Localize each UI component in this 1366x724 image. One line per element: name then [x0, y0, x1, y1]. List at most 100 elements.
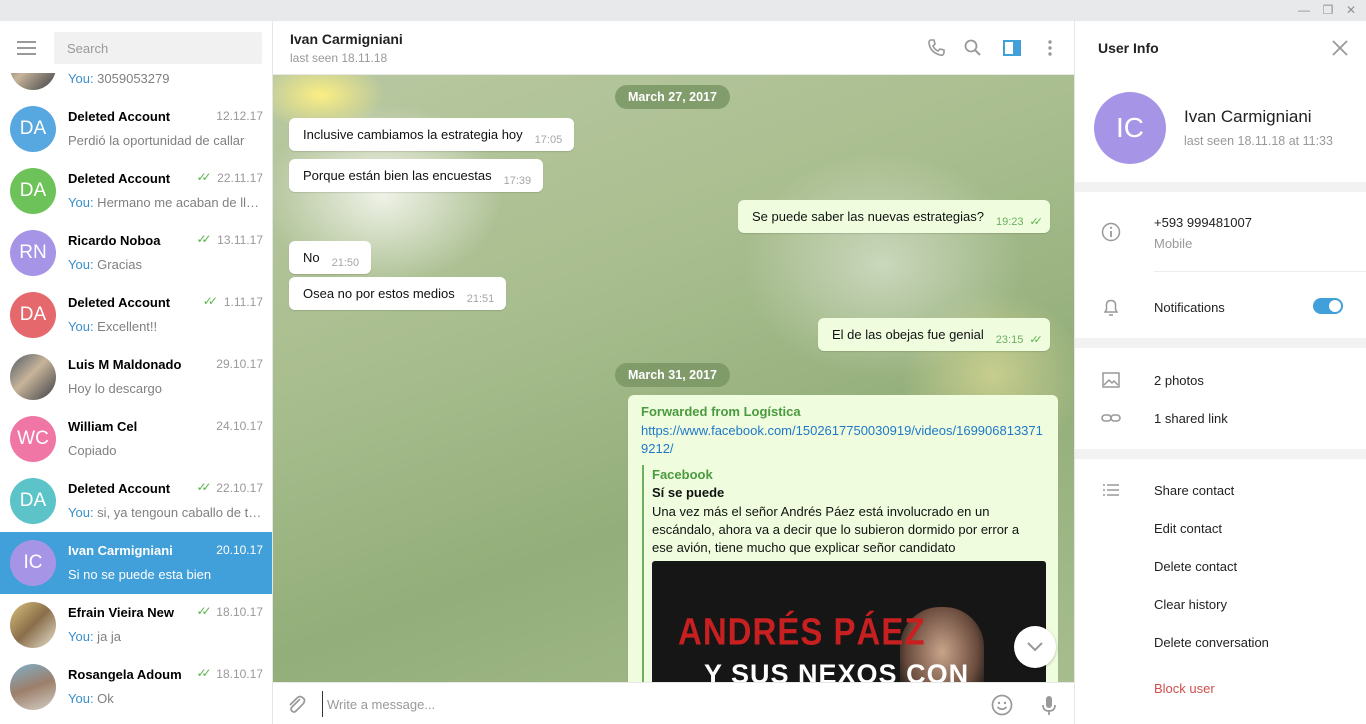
avatar[interactable]	[10, 602, 56, 648]
incoming-message[interactable]: No 21:50	[289, 241, 372, 274]
message-input[interactable]	[322, 691, 962, 717]
you-prefix: You:	[68, 257, 94, 272]
info-icon	[1101, 222, 1121, 242]
chat-date: 29.10.17	[216, 357, 263, 371]
chat-preview: Copiado	[68, 443, 263, 458]
chat-list-item[interactable]: DA Deleted Account 22.10.17 ✓✓ You: si, ya t…	[0, 470, 272, 532]
list-icon	[1103, 484, 1119, 496]
chat-name: Deleted Account	[68, 171, 171, 186]
avatar[interactable]: IC	[1094, 92, 1166, 164]
shared-links-link[interactable]: 1 shared link	[1154, 411, 1228, 426]
phone-label: Mobile	[1154, 236, 1193, 251]
search-input[interactable]	[54, 32, 262, 64]
avatar[interactable]: DA	[10, 106, 56, 152]
chat-list-item[interactable]: Rosangela Adoum 18.10.17 ✓✓ You: Ok	[0, 656, 272, 718]
chat-name: Deleted Account	[68, 295, 171, 310]
contact-name: Ivan Carmigniani	[1184, 107, 1312, 126]
chat-date: 24.10.17	[216, 419, 263, 433]
avatar[interactable]: DA	[10, 292, 56, 338]
preview-site-name: Facebook	[652, 467, 713, 482]
close-window-icon[interactable]: ✕	[1344, 3, 1358, 17]
block-user-button[interactable]: Block user	[1154, 681, 1215, 696]
link-preview[interactable]: Facebook Sí se puede Una vez más el seño…	[642, 465, 1047, 682]
clear-history-button[interactable]: Clear history	[1154, 597, 1227, 612]
preview-text: ja ja	[93, 629, 122, 644]
you-prefix: You:	[68, 71, 94, 86]
delete-conversation-button[interactable]: Delete conversation	[1154, 635, 1269, 650]
preview-text: Ok	[93, 691, 114, 706]
message-link[interactable]: https://www.facebook.com/150261775003091…	[641, 422, 1046, 458]
chat-preview: You: Ok	[68, 691, 263, 706]
chat-list-item[interactable]: Efrain Vieira New 18.10.17 ✓✓ You: ja ja	[0, 594, 272, 656]
message-composer	[273, 682, 1074, 724]
chat-list-item[interactable]: RN Ricardo Noboa 13.11.17 ✓✓ You: Gracias	[0, 222, 272, 284]
incoming-message[interactable]: Inclusive cambiamos la estrategia hoy 17:…	[289, 118, 575, 151]
side-panel-toggle-icon[interactable]	[1002, 38, 1022, 58]
preview-image-subline: Y SUS NEXOS CON	[704, 659, 970, 682]
forwarded-message[interactable]: Forwarded from Logística https://www.fac…	[628, 395, 1058, 682]
edit-contact-button[interactable]: Edit contact	[1154, 521, 1222, 536]
chat-list-item[interactable]: Luis M Maldonado 29.10.17 Hoy lo descargo	[0, 346, 272, 408]
incoming-message[interactable]: Porque están bien las encuestas 17:39	[289, 159, 544, 192]
chat-preview: Perdió la oportunidad de callar	[68, 133, 263, 148]
microphone-icon[interactable]	[1037, 693, 1061, 717]
chat-list-item[interactable]: DA Deleted Account 12.12.17 Perdió la oport…	[0, 98, 272, 160]
chat-name: Deleted Account	[68, 481, 171, 496]
preview-text: Si no se puede esta bien	[68, 567, 212, 582]
chat-name: Rosangela Adoum	[68, 667, 182, 682]
chat-date: 13.11.17	[217, 233, 263, 247]
avatar[interactable]: DA	[10, 168, 56, 214]
read-check-icon: ✓✓	[196, 232, 212, 246]
read-check-icon: ✓✓	[196, 480, 212, 494]
close-icon[interactable]	[1331, 39, 1349, 57]
preview-text: 3059053279	[93, 71, 170, 86]
chat-name: Ivan Carmigniani	[68, 543, 173, 558]
share-contact-button[interactable]: Share contact	[1154, 483, 1234, 498]
more-options-icon[interactable]	[1040, 38, 1060, 58]
incoming-message[interactable]: Osea no por estos medios 21:51	[289, 277, 507, 310]
chat-list-item[interactable]: DA Deleted Account 1.11.17 ✓✓ You: Excellent…	[0, 284, 272, 346]
avatar[interactable]: WC	[10, 416, 56, 462]
link-icon	[1101, 414, 1121, 422]
attach-icon[interactable]	[284, 693, 308, 717]
photo-icon	[1102, 372, 1120, 388]
chat-list-item[interactable]: WC William Cel 24.10.17 Copiado	[0, 408, 272, 470]
outgoing-message[interactable]: El de las obejas fue genial 23:15 ✓✓	[818, 318, 1050, 351]
last-seen: last seen 18.11.18 at 11:33	[1184, 134, 1333, 148]
phone-number[interactable]: +593 999481007	[1154, 215, 1252, 230]
chat-name: Luis M Maldonado	[68, 357, 182, 372]
chat-list-item[interactable]: DA Deleted Account 22.11.17 ✓✓ You: Hermano …	[0, 160, 272, 222]
avatar[interactable]	[10, 354, 56, 400]
phone-icon[interactable]	[926, 38, 946, 58]
emoji-icon[interactable]	[990, 693, 1014, 717]
notifications-toggle[interactable]	[1313, 298, 1343, 314]
avatar[interactable]: IC	[10, 540, 56, 586]
message-history[interactable]: March 27, 2017 Inclusive cambiamos la es…	[273, 75, 1074, 682]
preview-text: Hoy lo descargo	[68, 381, 162, 396]
avatar[interactable]	[10, 664, 56, 710]
delete-contact-button[interactable]: Delete contact	[1154, 559, 1237, 574]
scroll-to-bottom-button[interactable]	[1014, 626, 1056, 668]
notifications-label: Notifications	[1154, 300, 1225, 315]
chat-preview: Hoy lo descargo	[68, 381, 263, 396]
chat-name: Deleted Account	[68, 109, 171, 124]
avatar[interactable]: RN	[10, 230, 56, 276]
chat-date: 18.10.17	[216, 605, 263, 619]
preview-text: Gracias	[93, 257, 142, 272]
photos-link[interactable]: 2 photos	[1154, 373, 1204, 388]
avatar[interactable]: DA	[10, 478, 56, 524]
you-prefix: You:	[68, 691, 94, 706]
chat-list-item[interactable]: IC Ivan Carmigniani 20.10.17 Si no se puede…	[0, 532, 272, 594]
minimize-icon[interactable]: —	[1297, 3, 1311, 17]
forwarded-from-label[interactable]: Forwarded from Logística	[641, 404, 801, 419]
search-icon[interactable]	[963, 38, 983, 58]
restore-icon[interactable]: ❐	[1321, 3, 1335, 17]
chat-preview: You: Hermano me acaban de llamar	[68, 195, 263, 210]
chat-preview: You: Gracias	[68, 257, 263, 272]
preview-text: si, ya tengoun caballo de troya	[93, 505, 263, 520]
hamburger-menu-icon[interactable]	[17, 40, 37, 56]
peer-name[interactable]: Ivan Carmigniani	[290, 31, 403, 47]
preview-image[interactable]: ANDRÉS PÁEZ Y SUS NEXOS CON	[652, 561, 1046, 682]
preview-title: Sí se puede	[652, 485, 725, 500]
outgoing-message[interactable]: Se puede saber las nuevas estrategias? 19…	[738, 200, 1050, 233]
